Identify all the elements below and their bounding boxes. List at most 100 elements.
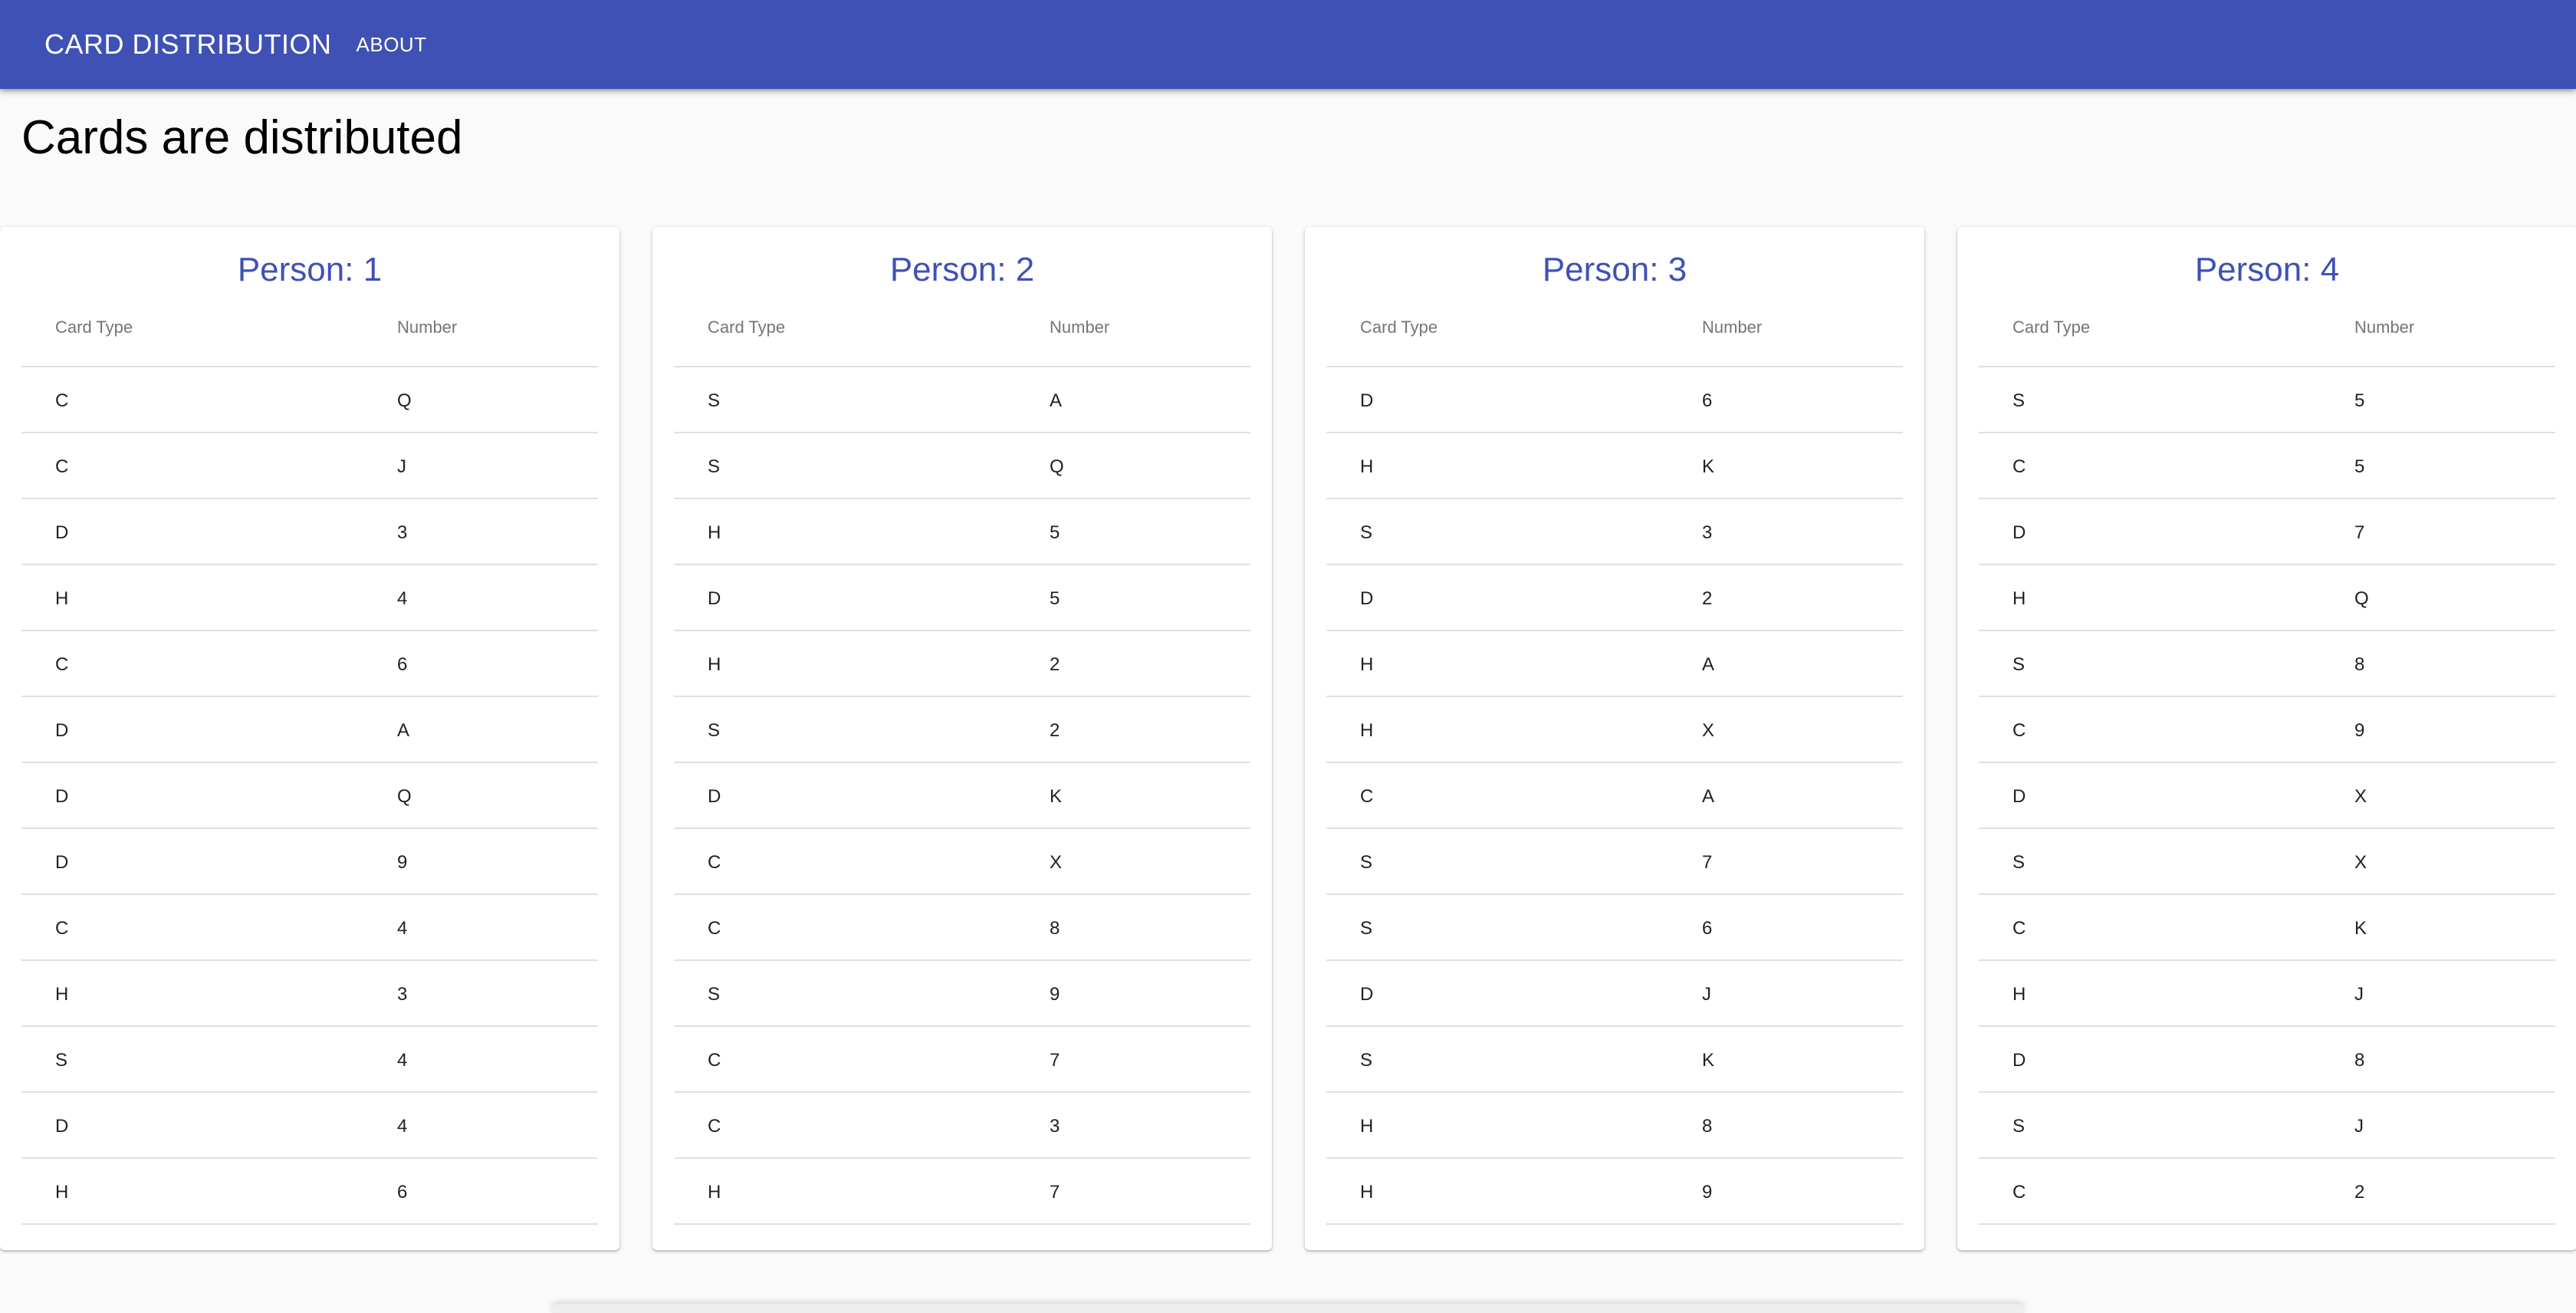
cell-card-type: D — [2013, 1050, 2026, 1071]
cell-number: 4 — [397, 588, 408, 609]
cell-number: Q — [2354, 588, 2369, 609]
cell-card-type: D — [2013, 522, 2026, 543]
cell-card-type: C — [708, 918, 721, 939]
table-row: S3 — [1326, 499, 1903, 565]
cell-number: 8 — [2354, 654, 2365, 675]
cell-number: Q — [397, 786, 412, 807]
cell-card-type: S — [708, 390, 721, 411]
table-row: H5 — [674, 499, 1250, 565]
cell-number: 7 — [1050, 1050, 1060, 1071]
cell-number: A — [1050, 390, 1063, 411]
cell-number: 8 — [2354, 1050, 2365, 1071]
cell-card-type: D — [2013, 786, 2026, 807]
cell-number: 3 — [397, 984, 408, 1005]
table-row: HJ — [1979, 961, 2555, 1027]
table-row: S2 — [674, 697, 1250, 763]
cell-card-type: C — [55, 390, 69, 411]
cell-number: 5 — [1050, 522, 1060, 543]
page-headline: Cards are distributed — [21, 111, 463, 164]
table-row: C2 — [1979, 1159, 2555, 1225]
column-header-card-type: Card Type — [708, 318, 786, 337]
cell-card-type: H — [708, 654, 721, 675]
cell-card-type: S — [2013, 654, 2026, 675]
cell-card-type: D — [55, 1116, 69, 1137]
table-row: C5 — [1979, 433, 2555, 499]
cell-number: Q — [397, 390, 412, 411]
table-header-row: Card Type Number — [674, 301, 1250, 367]
table-row: DA — [21, 697, 598, 763]
cell-number: K — [1050, 786, 1063, 807]
cell-number: 8 — [1702, 1116, 1713, 1137]
card-table: Card Type Number C Q C J D 3 H 4 C 6 D A D Q D 9 C 4 H 3 S 4 D 4 H… — [21, 301, 598, 1225]
cell-number: 4 — [397, 1116, 408, 1137]
table-row: S7 — [1326, 829, 1903, 895]
cell-number: 7 — [2354, 522, 2365, 543]
cell-card-type: D — [55, 720, 69, 741]
table-row: DQ — [21, 763, 598, 829]
table-row: SJ — [1979, 1093, 2555, 1159]
cell-number: X — [2354, 852, 2367, 873]
table-row: DJ — [1326, 961, 1903, 1027]
cell-card-type: H — [1360, 456, 1374, 477]
cell-number: X — [1050, 852, 1063, 873]
cell-number: 3 — [1702, 522, 1713, 543]
cell-number: 6 — [1702, 918, 1713, 939]
cell-number: 4 — [397, 918, 408, 939]
column-header-card-type: Card Type — [1360, 318, 1438, 337]
cell-number: 5 — [2354, 456, 2365, 477]
column-header-card-type: Card Type — [2013, 318, 2091, 337]
cell-number: 6 — [1702, 390, 1713, 411]
app-title[interactable]: CARD DISTRIBUTION — [44, 28, 332, 61]
cell-card-type: S — [1360, 522, 1373, 543]
table-row: HQ — [1979, 565, 2555, 631]
table-row: H8 — [1326, 1093, 1903, 1159]
table-header-row: Card Type Number — [1326, 301, 1903, 367]
cell-card-type: C — [1360, 786, 1374, 807]
cell-card-type: C — [55, 456, 69, 477]
cell-card-type: S — [1360, 852, 1373, 873]
cell-number: 3 — [397, 522, 408, 543]
cell-card-type: D — [1360, 588, 1374, 609]
table-row: CJ — [21, 433, 598, 499]
cell-card-type: C — [55, 654, 69, 675]
table-row: S9 — [674, 961, 1250, 1027]
app-bar: CARD DISTRIBUTION ABOUT — [0, 0, 2576, 89]
cell-number: A — [397, 720, 410, 741]
person-card-title: Person: 1 — [237, 251, 383, 288]
table-row: SK — [1326, 1027, 1903, 1093]
column-header-number: Number — [397, 318, 458, 337]
table-row: HK — [1326, 433, 1903, 499]
table-row: C8 — [674, 895, 1250, 961]
table-row: D4 — [21, 1093, 598, 1159]
cell-card-type: C — [55, 918, 69, 939]
cell-card-type: S — [55, 1050, 68, 1071]
nav-about-link[interactable]: ABOUT — [356, 33, 427, 57]
cell-number: 2 — [1050, 720, 1060, 741]
card-table: Card Type Number D 6 H K S 3 D 2 H A H X C A S 7 S 6 D J S K H 8 H… — [1326, 301, 1903, 1225]
cell-number: J — [1702, 984, 1711, 1005]
cell-card-type: H — [2013, 588, 2026, 609]
table-row: CQ — [21, 367, 598, 433]
table-row: D8 — [1979, 1027, 2555, 1093]
cell-card-type: H — [55, 984, 69, 1005]
table-row: C6 — [21, 631, 598, 697]
cell-card-type: C — [708, 1050, 721, 1071]
cell-number: 9 — [1050, 984, 1060, 1005]
cell-number: 9 — [397, 852, 408, 873]
cell-number: J — [2354, 1116, 2364, 1137]
cell-number: K — [1702, 456, 1715, 477]
cell-number: 2 — [1050, 654, 1060, 675]
cell-card-type: C — [2013, 456, 2026, 477]
cell-card-type: C — [2013, 918, 2026, 939]
person-card-2: Person: 2 Card Type Number S A S Q H 5 D 5 H 2 S 2 D K C X… — [652, 227, 1272, 1250]
cell-number: A — [1702, 786, 1715, 807]
table-row: C9 — [1979, 697, 2555, 763]
cell-card-type: H — [1360, 654, 1374, 675]
cell-card-type: D — [1360, 984, 1374, 1005]
table-row: HA — [1326, 631, 1903, 697]
table-row: SX — [1979, 829, 2555, 895]
table-row: D3 — [21, 499, 598, 565]
cell-card-type: S — [1360, 1050, 1373, 1071]
cell-card-type: C — [708, 852, 721, 873]
table-row: CK — [1979, 895, 2555, 961]
